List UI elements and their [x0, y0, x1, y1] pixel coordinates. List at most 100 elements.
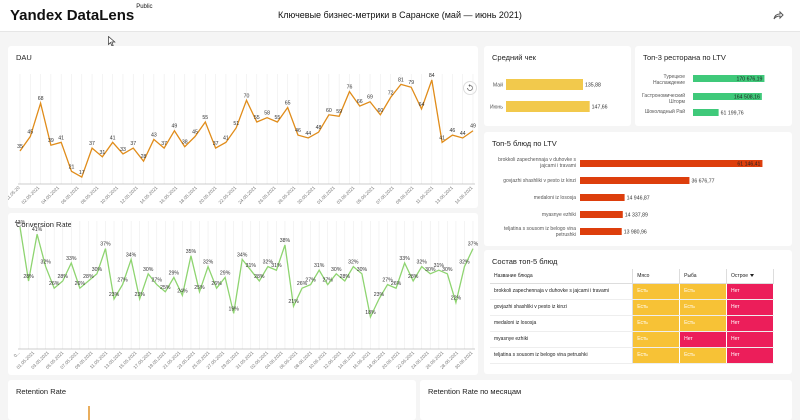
data-label: 24% [177, 288, 188, 294]
flag-cell: Есть [679, 315, 728, 332]
bar [580, 211, 623, 218]
x-tick-label: 30.05.2021 [296, 185, 316, 205]
composition-table: Название блюда Мясо Рыба Острое brokkoli… [490, 269, 774, 364]
share-icon[interactable] [772, 10, 784, 22]
x-tick-label: 28.05.2021 [277, 185, 297, 205]
data-label: 35 [17, 144, 23, 150]
dish-name-cell: teljatina s sousom iz belogo vina petrus… [490, 347, 634, 364]
x-tick-label: 09.06.2021 [395, 185, 415, 205]
data-label: 26% [391, 281, 402, 287]
data-label: 39 [48, 138, 54, 144]
x-tick-label: 20.05.2021 [198, 185, 218, 205]
data-label: 45 [27, 130, 33, 136]
data-label: 27% [117, 278, 128, 284]
data-label: 29% [220, 270, 231, 276]
table-row: myasnye ezhiki Есть Нет Нет [490, 331, 774, 348]
data-label: 69 [367, 95, 373, 101]
data-label: 23% [109, 292, 120, 298]
data-label: 66 [357, 99, 363, 105]
data-label: 31% [271, 263, 282, 269]
composition-title: Состав топ-5 блюд [492, 257, 558, 266]
data-label: 55 [274, 115, 280, 121]
x-tick-label: 22.05.2021 [218, 185, 238, 205]
data-label: 31 [99, 150, 105, 156]
data-label: 60 [377, 108, 383, 114]
data-label: 38% [280, 238, 291, 244]
dish-name-cell: medaloni iz lososja [490, 315, 634, 332]
x-tick-label: 16.05.2021 [158, 185, 178, 205]
data-label: 28 [141, 154, 147, 160]
data-label: 60 [326, 108, 332, 114]
data-label: 34% [237, 252, 248, 258]
x-tick-label: 18.05.2021 [178, 185, 198, 205]
data-label: 32% [40, 260, 51, 266]
data-label: 27% [152, 278, 163, 284]
flag-cell: Есть [632, 283, 681, 300]
value-label: 14 337,89 [625, 212, 648, 218]
value-label: 13 980,96 [624, 229, 647, 235]
category-label: Июнь [490, 104, 503, 110]
x-tick-label: 01.06.2021 [316, 185, 336, 205]
data-label: 43% [15, 220, 26, 226]
x-tick-label: 14.05.2021 [139, 185, 159, 205]
data-label: 44 [305, 131, 311, 137]
data-label: 41 [223, 135, 229, 141]
data-label: 31% [246, 263, 257, 269]
data-label: 25% [160, 285, 171, 291]
column-header-fish[interactable]: Рыба [679, 269, 728, 284]
x-tick-label: 04.05.2021 [40, 185, 60, 205]
top-restaurants-panel: Топ-3 ресторана по LTV Турецкое Наслажде… [635, 46, 792, 126]
data-label: 25% [194, 285, 205, 291]
data-label: 79 [408, 80, 414, 86]
data-label: 46 [295, 128, 301, 134]
column-header-dish[interactable]: Название блюда [490, 269, 634, 284]
data-label: 30% [92, 267, 103, 273]
data-label: 26% [211, 281, 222, 287]
data-label: 30% [357, 267, 368, 273]
data-label: 84 [429, 73, 435, 79]
data-label: 37 [161, 141, 167, 147]
data-label: 41 [58, 135, 64, 141]
bar [693, 109, 719, 116]
data-label: 38 [182, 140, 188, 146]
flag-cell: Есть [632, 331, 681, 348]
x-tick-label: 26.05.2021 [257, 185, 277, 205]
x-tick-label: 06.05.2021 [60, 185, 80, 205]
data-label: 44 [460, 131, 466, 137]
data-label: 49 [470, 124, 476, 130]
top-dishes-chart: 61 146,41 36 676,77 14 946,87 14 337,89 13 9… [580, 160, 763, 235]
column-header-spicy[interactable]: Острое [726, 269, 774, 284]
data-label: 26% [75, 281, 86, 287]
flag-cell: Есть [679, 283, 728, 300]
data-label: 23% [134, 292, 145, 298]
data-label: 28% [23, 274, 34, 280]
data-label: 32% [417, 260, 428, 266]
category-label: Май [493, 81, 503, 88]
x-tick-label: 07.06.2021 [375, 185, 395, 205]
dish-name-cell: myasnye ezhiki [490, 331, 634, 348]
column-header-meat[interactable]: Мясо [632, 269, 681, 284]
top-dishes-panel: Топ-5 блюд по LTV brokkoli zapechennaja … [484, 132, 792, 246]
data-label: 55 [202, 115, 208, 121]
data-label: 55 [254, 115, 260, 121]
flag-cell: Нет [726, 283, 774, 300]
value-label: 164 508,16 [734, 94, 760, 100]
data-label: 49 [172, 124, 178, 130]
data-label: 29% [169, 270, 180, 276]
x-tick-label: 14.06.2021 [454, 185, 474, 205]
dau-chart: 35 45 68 39 41 21 17 37 31 41 33 37 28 43 37 49 38 45 55 37… [8, 73, 476, 205]
value-label: 36 676,77 [691, 178, 714, 184]
data-label: 33 [120, 147, 126, 153]
bar [580, 160, 763, 167]
data-label: 68 [38, 96, 44, 102]
bar [580, 228, 622, 235]
check-chart: Май 135,88 Июнь 147,66 [490, 79, 608, 112]
data-label: 70 [244, 93, 250, 99]
data-label: 37 [130, 141, 136, 147]
flag-cell: Есть [679, 299, 728, 316]
x-tick-label: 05.06.2021 [355, 185, 375, 205]
table-row: govjazhi shashliki v pesto iz kinzi Есть Е… [490, 299, 774, 316]
dish-name-cell: govjazhi shashliki v pesto iz kinzi [490, 299, 634, 316]
value-label: 147,66 [592, 104, 608, 110]
sort-desc-icon[interactable] [750, 273, 755, 277]
